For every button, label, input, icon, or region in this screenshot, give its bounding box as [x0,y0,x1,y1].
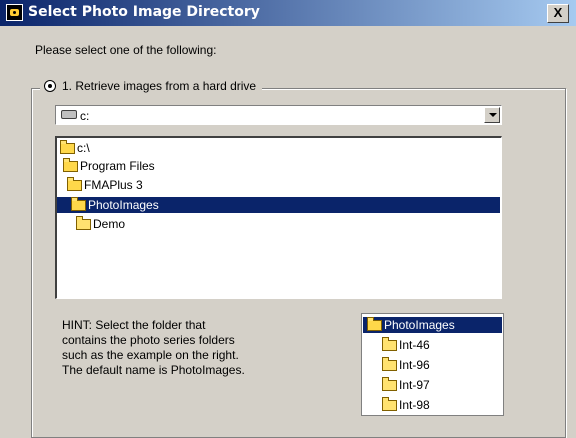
example-tree: PhotoImages Int-46 Int-96 Int-97 Int-98 [361,313,504,416]
hint-line: such as the example on the right. [62,348,239,362]
tree-item-drive[interactable]: c:\ [60,139,90,156]
folder-icon [382,396,397,411]
camera-icon [6,4,23,21]
example-item: Int-96 [382,356,430,373]
example-item-label: Int-97 [399,378,430,392]
radio-selected-icon[interactable] [44,80,56,92]
tree-item-label: Program Files [80,159,155,173]
tree-item-label: PhotoImages [88,198,159,212]
open-folder-icon [60,139,75,154]
drive-select[interactable]: c: [55,105,502,125]
tree-item-label: c:\ [77,141,90,155]
example-item: Int-97 [382,376,430,393]
tree-item-program-files[interactable]: Program Files [63,157,155,174]
open-folder-icon [367,316,382,331]
open-folder-icon [63,157,78,172]
example-item: Int-98 [382,396,430,413]
tree-item-demo[interactable]: Demo [76,215,126,232]
hint-line: contains the photo series folders [62,333,235,347]
example-item-label: Int-96 [399,358,430,372]
window-title: Select Photo Image Directory [28,4,260,20]
folder-icon [382,376,397,391]
tree-item-label: Demo [93,217,126,231]
chevron-down-icon[interactable] [484,107,500,123]
option-hard-drive[interactable]: 1. Retrieve images from a hard drive [40,79,263,93]
hint-text: HINT: Select the folder that contains th… [62,318,292,378]
tree-item-photoimages[interactable]: PhotoImages [57,196,500,213]
tree-item-label: FMAPlus 3 [84,178,143,192]
drive-select-value: c: [80,109,90,123]
tree-item-fmaplus[interactable]: FMAPlus 3 [67,176,143,193]
hint-line: HINT: Select the folder that [62,318,206,332]
folder-icon [76,215,91,230]
folder-tree[interactable]: c:\ Program Files FMAPlus 3 PhotoImages … [55,136,502,299]
folder-icon [382,336,397,351]
title-bar[interactable]: Select Photo Image Directory X [0,0,576,26]
close-button[interactable]: X [547,4,569,23]
example-item-label: Int-98 [399,398,430,412]
option-hard-drive-label: 1. Retrieve images from a hard drive [62,79,257,93]
open-folder-icon [67,176,82,191]
folder-icon [382,356,397,371]
dialog-window: Select Photo Image Directory X Please se… [0,0,576,438]
example-item: Int-46 [382,336,430,353]
example-item-photoimages: PhotoImages [363,316,502,333]
hard-drive-icon [61,110,77,119]
example-item-label: PhotoImages [384,318,455,332]
hint-line: The default name is PhotoImages. [62,363,245,377]
prompt-text: Please select one of the following: [35,43,217,57]
open-folder-icon [71,196,86,211]
example-item-label: Int-46 [399,338,430,352]
